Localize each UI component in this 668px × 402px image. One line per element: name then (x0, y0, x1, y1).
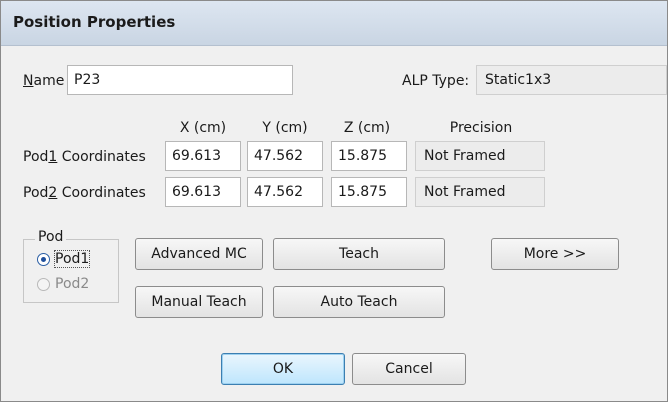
pod2-radio-button[interactable] (37, 277, 50, 291)
pod2-y-field[interactable] (247, 177, 323, 207)
pod1-radio-button[interactable] (37, 252, 50, 266)
advanced-mc-button[interactable]: Advanced MC (135, 238, 263, 270)
alp-type-value: Static1x3 (476, 65, 667, 95)
ok-button[interactable]: OK (221, 353, 345, 385)
pod-group-label: Pod (35, 229, 67, 245)
pod1-y-field[interactable] (247, 141, 323, 171)
pod2-z-field[interactable] (331, 177, 407, 207)
position-properties-dialog: Position Properties Name ALP Type: Stati… (0, 0, 668, 402)
pod1-coordinates-label: Pod1 Coordinates (23, 149, 146, 165)
x-column-header: X (cm) (179, 120, 227, 136)
pod1-radio-label: Pod1 (53, 250, 91, 268)
pod1-radio-option[interactable]: Pod1 (37, 250, 91, 268)
alp-type-label: ALP Type: (402, 73, 470, 89)
auto-teach-button[interactable]: Auto Teach (273, 286, 445, 318)
title-bar[interactable]: Position Properties (1, 1, 667, 46)
pod1-z-field[interactable] (331, 141, 407, 171)
more-button[interactable]: More >> (491, 238, 619, 270)
precision-column-header: Precision (449, 120, 513, 136)
pod1-precision-value: Not Framed (415, 141, 545, 171)
pod1-x-field[interactable] (165, 141, 241, 171)
manual-teach-button[interactable]: Manual Teach (135, 286, 263, 318)
pod-groupbox (23, 239, 119, 303)
name-input[interactable] (67, 65, 293, 95)
pod2-radio-option[interactable]: Pod2 (37, 276, 89, 292)
z-column-header: Z (cm) (343, 120, 391, 136)
teach-button[interactable]: Teach (273, 238, 445, 270)
window-title: Position Properties (13, 13, 176, 31)
name-label: Name (23, 73, 65, 89)
cancel-button[interactable]: Cancel (352, 353, 466, 385)
pod2-coordinates-label: Pod2 Coordinates (23, 185, 146, 201)
y-column-header: Y (cm) (262, 120, 308, 136)
pod2-x-field[interactable] (165, 177, 241, 207)
pod2-radio-label: Pod2 (55, 276, 90, 292)
pod2-precision-value: Not Framed (415, 177, 545, 207)
